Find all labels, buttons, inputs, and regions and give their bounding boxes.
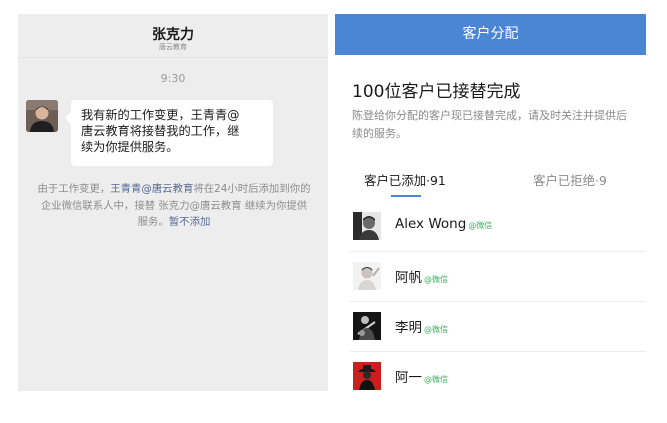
result-title: 100位客户已接替完成	[352, 82, 521, 102]
person-photo-guitar-icon	[353, 312, 381, 340]
not-add-now-link[interactable]: 暂不添加	[169, 216, 211, 228]
active-tab-indicator	[391, 195, 421, 197]
customer-name-text: 李明	[395, 320, 422, 336]
system-notice: 由于工作变更，王青青@唐云教育将在24小时后添加到你的企业微信联系人中，接替 张…	[36, 181, 312, 231]
avatar[interactable]	[26, 100, 58, 132]
allocation-header: 客户分配	[335, 14, 646, 55]
allocation-panel: 客户分配 100位客户已接替完成 陈登给你分配的客户现已接替完成，请及时关注并提…	[335, 14, 646, 391]
message-line: 唐云教育将接替我的工作，继	[81, 124, 240, 138]
person-photo-light-icon	[353, 262, 381, 290]
list-item[interactable]: Alex Wong @微信	[335, 202, 646, 252]
system-notice-text: 由于工作变更，	[37, 183, 111, 195]
wechat-tag: @微信	[424, 325, 448, 334]
customer-name: 阿一 @微信	[395, 366, 448, 386]
customer-name-text: Alex Wong	[395, 216, 467, 232]
list-item[interactable]: 阿一 @微信	[335, 352, 646, 402]
wechat-tag: @微信	[424, 275, 448, 284]
chat-header: 张克力 唐云教育	[18, 14, 328, 58]
result-description: 陈登给你分配的客户现已接替完成，请及时关注并提供后续的服务。	[352, 109, 627, 140]
customer-name: 李明 @微信	[395, 316, 448, 336]
colleague-link[interactable]: 王青青@唐云教育	[110, 183, 193, 195]
list-item[interactable]: 李明 @微信	[335, 302, 646, 352]
person-photo-bw-icon	[353, 212, 381, 240]
message-line: 我有新的工作变更，王青青@	[81, 108, 240, 122]
wechat-tag: @微信	[424, 375, 448, 384]
customer-name: Alex Wong @微信	[395, 216, 492, 232]
customer-name-text: 阿帆	[395, 270, 422, 286]
list-item[interactable]: 阿帆 @微信	[335, 252, 646, 302]
chat-title: 张克力	[152, 27, 194, 43]
message-line: 续为你提供服务。	[81, 140, 179, 154]
person-photo-red-icon	[353, 362, 381, 390]
chat-panel: 张克力 唐云教育 9:30 我有新的工作变更，王青青@ 唐云教育将接替我的工作，…	[18, 14, 328, 391]
customer-name: 阿帆 @微信	[395, 266, 448, 286]
message-bubble[interactable]: 我有新的工作变更，王青青@ 唐云教育将接替我的工作，继 续为你提供服务。	[65, 100, 273, 166]
customer-name-text: 阿一	[395, 370, 422, 386]
screenshot-root: 张克力 唐云教育 9:30 我有新的工作变更，王青青@ 唐云教育将接替我的工作，…	[0, 0, 667, 423]
message-timestamp: 9:30	[160, 72, 186, 85]
person-avatar-icon	[26, 100, 58, 132]
chat-subtitle: 唐云教育	[159, 43, 187, 51]
wechat-tag: @微信	[468, 221, 493, 230]
